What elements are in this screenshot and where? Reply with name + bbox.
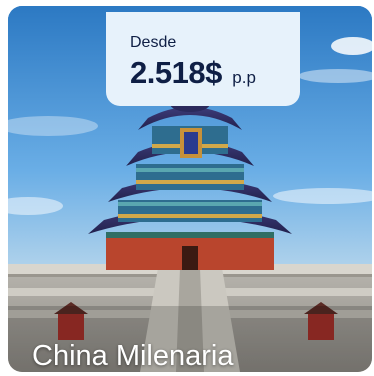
destination-title: China Milenaria [32, 340, 234, 372]
price-prefix: Desde [130, 34, 177, 51]
price-unit: p.p [232, 68, 256, 87]
price-row: 2.518$ p.p [130, 56, 300, 96]
price-amount: 2.518$ [130, 55, 222, 90]
price-badge: Desde 2.518$ p.p [106, 12, 300, 106]
destination-card[interactable]: Desde 2.518$ p.p China Milenaria [8, 6, 372, 372]
